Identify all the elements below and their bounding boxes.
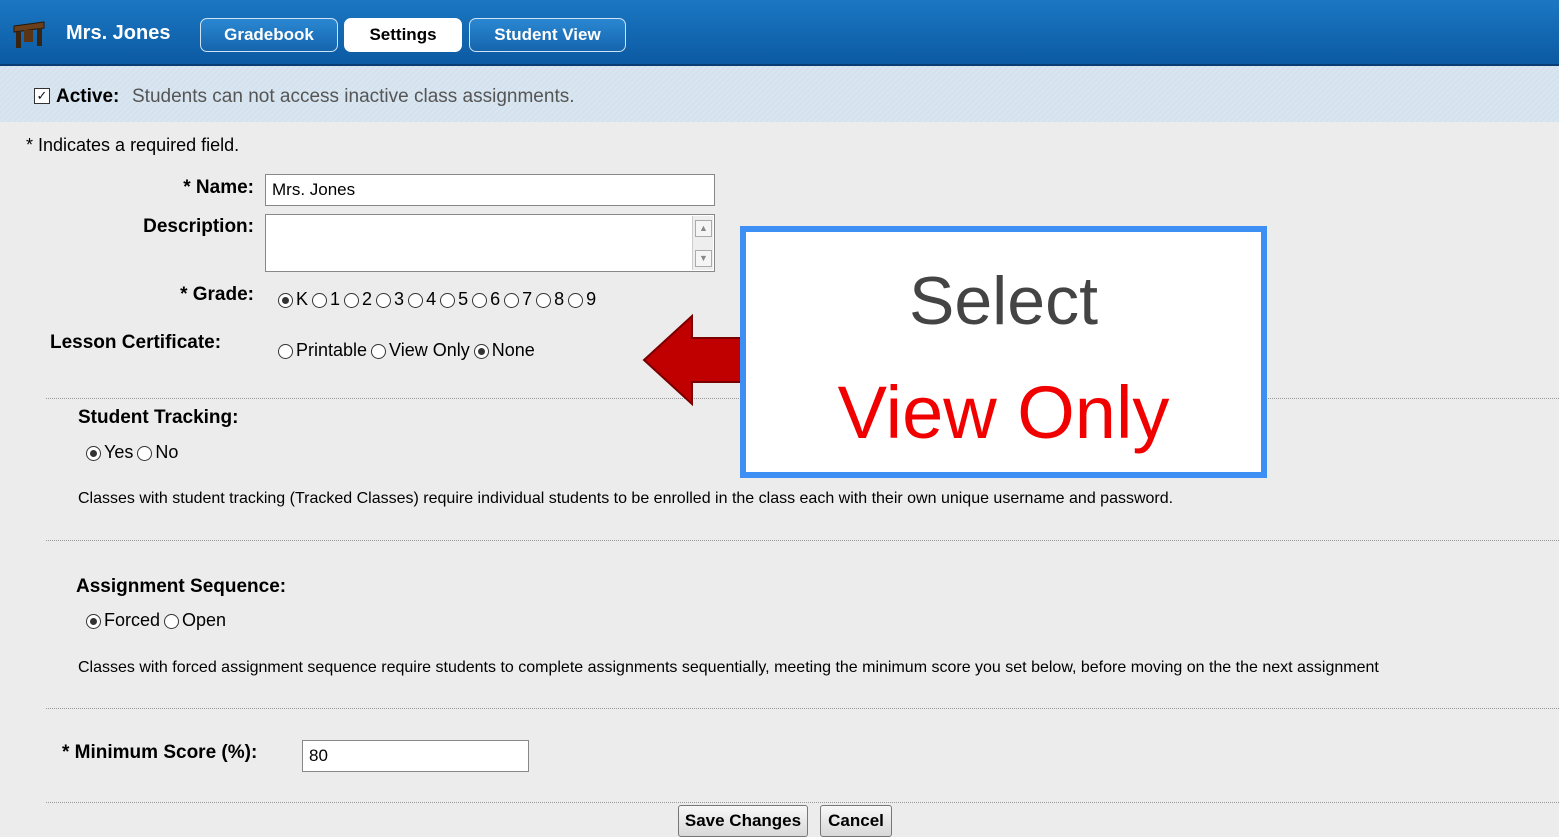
radio-button-icon[interactable] [371, 343, 387, 359]
certificate-option-view-only[interactable]: View Only [371, 340, 470, 361]
tracking-option-label: No [155, 442, 179, 462]
grade-option-9[interactable]: 9 [568, 289, 596, 310]
radio-button-icon[interactable] [137, 445, 153, 461]
save-changes-button[interactable]: Save Changes [678, 805, 808, 837]
radio-button-icon[interactable] [278, 343, 293, 359]
radio-button-icon[interactable] [568, 292, 584, 308]
student-tracking-title: Student Tracking: [78, 407, 239, 428]
name-label: * Name: [183, 177, 254, 198]
sequence-option-label: Open [182, 610, 227, 630]
divider [46, 802, 1559, 803]
grade-option-k[interactable]: K [278, 289, 308, 310]
grade-option-1[interactable]: 1 [312, 289, 340, 310]
grade-option-label: 6 [490, 289, 501, 309]
active-checkbox[interactable]: ✓ [34, 88, 50, 104]
tracking-option-yes[interactable]: Yes [86, 442, 133, 463]
radio-button-icon[interactable] [504, 292, 520, 308]
grade-option-label: 5 [458, 289, 469, 309]
assignment-sequence-radio-group: Forced Open [86, 610, 230, 631]
certificate-option-none[interactable]: None [473, 340, 535, 361]
certificate-option-label: Printable [296, 340, 368, 360]
description-field[interactable]: ▲ ▼ [265, 214, 715, 272]
lesson-certificate-label: Lesson Certificate: [50, 332, 222, 353]
assignment-sequence-description: Classes with forced assignment sequence … [78, 659, 1379, 676]
sequence-option-forced[interactable]: Forced [86, 610, 160, 631]
instruction-callout: Select View Only [740, 226, 1267, 478]
certificate-option-printable[interactable]: Printable [278, 340, 367, 361]
grade-option-label: 4 [426, 289, 437, 309]
assignment-sequence-title: Assignment Sequence: [76, 576, 287, 597]
grade-option-label: 7 [522, 289, 533, 309]
name-field[interactable] [265, 174, 715, 206]
radio-button-icon[interactable] [164, 613, 180, 629]
teacher-name: Mrs. Jones [66, 22, 171, 44]
scroll-up-icon[interactable]: ▲ [695, 220, 712, 237]
grade-label: * Grade: [180, 284, 254, 305]
grade-radio-group: K 1 2 3 4 5 6 7 8 9 [278, 289, 600, 310]
callout-line-2: View Only [837, 371, 1170, 454]
radio-button-icon[interactable] [408, 292, 424, 308]
grade-option-label: 1 [330, 289, 341, 309]
callout-line-1: Select [909, 263, 1098, 339]
grade-option-3[interactable]: 3 [376, 289, 404, 310]
grade-option-label: 3 [394, 289, 405, 309]
grade-option-label: 8 [554, 289, 565, 309]
grade-option-4[interactable]: 4 [408, 289, 436, 310]
radio-button-icon[interactable] [472, 292, 488, 308]
active-description: Students can not access inactive class a… [132, 86, 575, 107]
required-field-note: * Indicates a required field. [26, 135, 240, 155]
desk-icon [13, 21, 45, 48]
radio-button-icon[interactable] [312, 292, 328, 308]
radio-button-icon[interactable] [440, 292, 456, 308]
tab-settings[interactable]: Settings [344, 18, 462, 52]
radio-button-icon[interactable] [278, 292, 293, 308]
grade-option-8[interactable]: 8 [536, 289, 564, 310]
certificate-option-label: None [491, 340, 535, 360]
tab-student-view[interactable]: Student View [469, 18, 626, 52]
radio-button-icon[interactable] [473, 343, 489, 359]
grade-option-5[interactable]: 5 [440, 289, 468, 310]
description-scrollbar[interactable]: ▲ ▼ [692, 216, 713, 270]
scroll-down-icon[interactable]: ▼ [695, 250, 712, 267]
header-bar: Mrs. Jones Gradebook Settings Student Vi… [0, 0, 1559, 66]
tracking-option-no[interactable]: No [137, 442, 178, 463]
grade-option-label: 9 [586, 289, 597, 309]
radio-button-icon[interactable] [536, 292, 552, 308]
sequence-option-open[interactable]: Open [164, 610, 226, 631]
grade-option-7[interactable]: 7 [504, 289, 532, 310]
grade-option-label: 2 [362, 289, 373, 309]
cancel-button[interactable]: Cancel [820, 805, 892, 837]
divider [46, 540, 1559, 541]
sequence-option-label: Forced [104, 610, 161, 630]
grade-option-6[interactable]: 6 [472, 289, 500, 310]
radio-button-icon[interactable] [86, 613, 101, 629]
active-label: Active: [56, 86, 120, 107]
minimum-score-field[interactable] [302, 740, 529, 772]
tracking-option-label: Yes [104, 442, 134, 462]
lesson-certificate-radio-group: Printable View Only None [278, 340, 539, 361]
student-tracking-description: Classes with student tracking (Tracked C… [78, 490, 1174, 507]
radio-button-icon[interactable] [376, 292, 392, 308]
radio-button-icon[interactable] [86, 445, 101, 461]
minimum-score-label: * Minimum Score (%): [62, 742, 258, 763]
description-label: Description: [143, 216, 254, 237]
certificate-option-label: View Only [389, 340, 470, 360]
grade-option-label: K [296, 289, 309, 309]
grade-option-2[interactable]: 2 [344, 289, 372, 310]
divider [46, 708, 1559, 709]
left-arrow-icon [642, 313, 745, 407]
tab-gradebook[interactable]: Gradebook [200, 18, 338, 52]
student-tracking-radio-group: Yes No [86, 442, 182, 463]
radio-button-icon[interactable] [344, 292, 360, 308]
